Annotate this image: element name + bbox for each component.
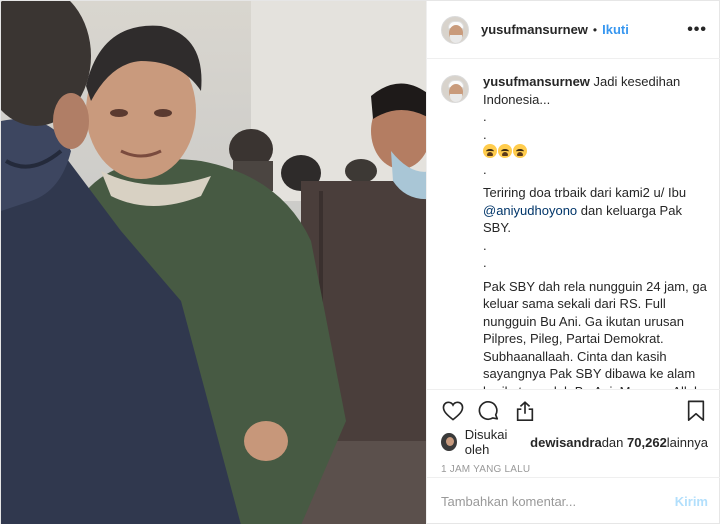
likes-middle: dan xyxy=(601,434,624,450)
actions-section: Disukai oleh dewisandra dan 70,262 lainn… xyxy=(427,389,720,475)
likes-summary: Disukai oleh dewisandra dan 70,262 lainn… xyxy=(441,427,708,457)
instagram-post: yusufmansurnew • Ikuti ••• yusufmansurne… xyxy=(0,0,720,524)
crying-face-emoji xyxy=(498,144,512,158)
comment-box: Kirim xyxy=(427,477,720,524)
photo-illustration xyxy=(1,1,426,524)
caption-line: . xyxy=(483,237,487,253)
caption-text: yusufmansurnew Jadi kesedihan Indonesia.… xyxy=(483,73,708,389)
likes-suffix: lainnya xyxy=(666,434,708,450)
caption-line: . xyxy=(483,161,487,177)
post-photo[interactable] xyxy=(1,1,426,524)
liker-avatar[interactable] xyxy=(441,433,457,451)
crying-face-emoji xyxy=(513,144,527,158)
post-comment-button[interactable]: Kirim xyxy=(675,494,708,509)
emoji-line xyxy=(483,143,708,161)
caption-line: . xyxy=(483,255,487,270)
caption-area[interactable]: yusufmansurnew Jadi kesedihan Indonesia.… xyxy=(427,59,720,389)
more-options-icon[interactable]: ••• xyxy=(687,21,707,39)
likes-prefix: Disukai oleh xyxy=(464,427,508,457)
caption-line: . xyxy=(483,126,487,142)
caption-row: yusufmansurnew Jadi kesedihan Indonesia.… xyxy=(441,73,708,389)
comment-input[interactable] xyxy=(441,494,675,509)
mention-link[interactable]: @aniyudhoyono xyxy=(483,203,577,218)
post-side-panel: yusufmansurnew • Ikuti ••• yusufmansurne… xyxy=(426,1,720,524)
liker-username[interactable]: dewisandra xyxy=(530,435,602,450)
caption-line: Teriring doa trbaik dari kami2 u/ Ibu xyxy=(483,185,687,200)
heart-icon[interactable] xyxy=(441,399,465,423)
likes-count[interactable]: 70,262 xyxy=(627,435,667,450)
header-separator: • xyxy=(592,22,598,37)
caption-line: Pak SBY dah rela nungguin 24 jam, ga kel… xyxy=(483,278,707,390)
comment-icon[interactable] xyxy=(477,399,501,423)
caption-avatar[interactable] xyxy=(441,75,469,103)
follow-button[interactable]: Ikuti xyxy=(602,22,629,37)
avatar[interactable] xyxy=(441,15,469,44)
header-username[interactable]: yusufmansurnew xyxy=(481,22,588,37)
caption-line: . xyxy=(483,109,487,124)
post-header: yusufmansurnew • Ikuti ••• xyxy=(427,1,720,59)
bookmark-icon[interactable] xyxy=(684,399,708,423)
post-timestamp[interactable]: 1 JAM YANG LALU xyxy=(441,464,708,475)
share-icon[interactable] xyxy=(513,399,537,423)
action-icons xyxy=(441,390,708,432)
crying-face-emoji xyxy=(483,144,497,158)
caption-username[interactable]: yusufmansurnew xyxy=(483,74,590,89)
